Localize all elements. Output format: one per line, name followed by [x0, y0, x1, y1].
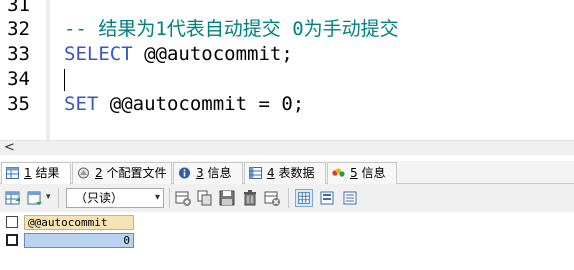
select-all-checkbox[interactable]: [6, 216, 18, 228]
result-grid: @@autocommit 0: [0, 212, 574, 270]
line-number: 32: [7, 18, 30, 40]
text-caret: [64, 69, 65, 91]
sql-keyword: SET: [64, 93, 99, 115]
result-tabs: 1 结果 2 个配置文件 3 信息 4 表数据 5 信息: [0, 161, 574, 185]
table-data-icon: [249, 167, 262, 179]
tab-number: 4: [267, 166, 275, 180]
tab-profiles[interactable]: 2 个配置文件: [72, 162, 172, 184]
tab-number: 3: [196, 166, 204, 180]
tab-table-data[interactable]: 4 表数据: [244, 162, 326, 184]
tab-messages[interactable]: 3 信息: [173, 162, 243, 184]
editor-line: 32 -- 结果为1代表自动提交 0为手动提交: [0, 17, 574, 42]
sql-keyword: SELECT: [64, 43, 133, 65]
tab-label: 结果: [31, 166, 60, 180]
toolbar-divider: [58, 188, 59, 208]
copy-grid-icon[interactable]: [26, 189, 44, 207]
scroll-left-arrow-icon[interactable]: <: [4, 140, 15, 155]
line-number: 34: [7, 68, 30, 90]
sql-expression: @@autocommit = 0;: [98, 93, 305, 115]
table-cell[interactable]: 0: [24, 233, 134, 248]
tab-number: 1: [24, 166, 32, 180]
tab-number: 2: [95, 166, 103, 180]
duplicate-row-icon[interactable]: [196, 189, 214, 207]
add-row-icon[interactable]: [174, 189, 192, 207]
export-grid-icon[interactable]: [4, 189, 22, 207]
line-number: 33: [7, 43, 30, 65]
tab-number: 5: [350, 166, 358, 180]
form-view-icon[interactable]: [318, 189, 336, 207]
save-icon[interactable]: [218, 189, 236, 207]
sql-editor[interactable]: 31 32 -- 结果为1代表自动提交 0为手动提交 33 SELECT @@a…: [0, 0, 574, 140]
sql-comment: -- 结果为1代表自动提交 0为手动提交: [64, 18, 399, 40]
row-checkbox[interactable]: [6, 234, 18, 246]
tab-label: 信息: [203, 166, 232, 180]
result-toolbar: ▾ （只读） ▾: [0, 184, 574, 212]
text-view-icon[interactable]: [341, 189, 359, 207]
line-number: 35: [7, 93, 30, 115]
delete-icon[interactable]: [241, 189, 259, 207]
chevron-down-icon[interactable]: ▾: [46, 192, 51, 202]
tab-info[interactable]: 5 信息: [327, 162, 397, 184]
toolbar-divider: [288, 188, 289, 208]
tab-results[interactable]: 1 结果: [1, 162, 71, 185]
grid-icon: [6, 167, 19, 179]
editor-line: 33 SELECT @@autocommit;: [0, 42, 574, 67]
line-number: 31: [7, 0, 30, 16]
editor-line: 35 SET @@autocommit = 0;: [0, 92, 574, 117]
profile-icon: [78, 167, 89, 179]
sql-expression: @@autocommit;: [132, 43, 293, 65]
info-color-icon: [332, 168, 345, 177]
horizontal-scrollbar[interactable]: <: [0, 140, 574, 155]
tab-label: 个配置文件: [102, 166, 167, 180]
info-icon: [179, 167, 190, 179]
mode-select-value: （只读）: [75, 191, 124, 205]
toolbar-divider: [169, 188, 170, 208]
editor-line: 34: [0, 67, 574, 92]
sql-statement: SELECT @@autocommit;: [64, 42, 293, 67]
chevron-down-icon: ▾: [154, 192, 160, 203]
grid-view-icon[interactable]: [295, 189, 313, 207]
tab-label: 表数据: [274, 166, 315, 180]
readonly-mode-select[interactable]: （只读） ▾: [66, 188, 164, 208]
tab-label: 信息: [357, 166, 386, 180]
discard-changes-icon[interactable]: [263, 189, 281, 207]
column-header[interactable]: @@autocommit: [24, 215, 134, 230]
sql-statement: SET @@autocommit = 0;: [64, 92, 304, 117]
editor-line: 31: [0, 0, 574, 18]
